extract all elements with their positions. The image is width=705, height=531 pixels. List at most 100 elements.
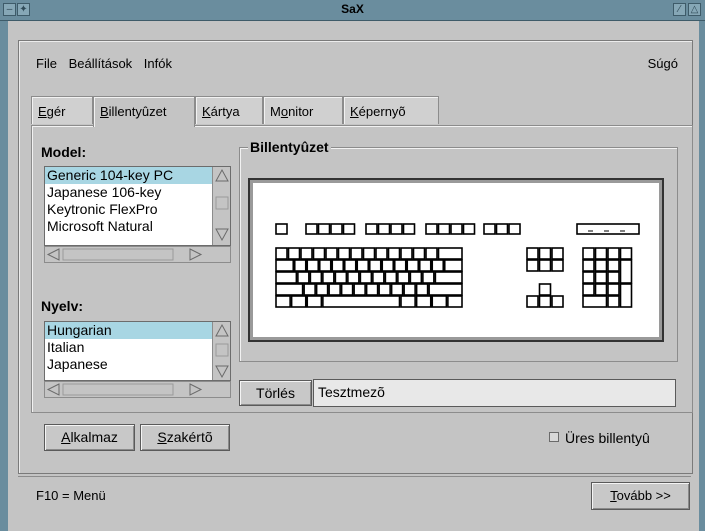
key-icon — [372, 271, 385, 284]
key-icon — [594, 247, 608, 260]
test-field[interactable]: Tesztmezõ — [313, 379, 676, 407]
model-list[interactable]: Generic 104-key PC Japanese 106-key Keyt… — [44, 166, 231, 246]
tab-keyboard[interactable]: Billentyûzet — [93, 96, 195, 127]
key-icon — [415, 295, 432, 308]
key-icon — [331, 259, 345, 272]
key-icon — [582, 259, 595, 272]
key-icon — [384, 271, 398, 284]
menu-bar: File Beállítások Infók — [36, 56, 180, 71]
key-icon — [353, 283, 366, 296]
key-icon — [450, 223, 463, 235]
key-icon — [409, 271, 423, 284]
minimize-icon[interactable]: ⁄ — [673, 3, 686, 16]
empty-key-label: Üres billentyû — [565, 430, 650, 446]
key-icon — [322, 295, 401, 308]
key-icon — [390, 283, 404, 296]
model-horizontal-scrollbar[interactable] — [44, 246, 231, 263]
scroll-arrows-icon — [215, 168, 229, 242]
key-icon — [425, 223, 438, 235]
list-item[interactable]: Japanese 106-key — [45, 184, 230, 201]
key-icon — [431, 259, 445, 272]
key-icon — [400, 247, 413, 260]
key-icon — [275, 247, 288, 260]
maximize-icon[interactable]: △ — [688, 3, 701, 16]
key-icon — [340, 283, 354, 296]
key-icon — [359, 271, 373, 284]
key-icon — [594, 259, 608, 272]
key-icon — [325, 247, 338, 260]
key-icon — [300, 247, 313, 260]
scroll-arrows-icon — [46, 248, 203, 261]
next-button[interactable]: Tovább >> — [591, 482, 690, 510]
key-icon — [607, 247, 620, 260]
key-icon — [306, 259, 320, 272]
menu-file[interactable]: File — [36, 56, 57, 71]
key-icon — [365, 223, 378, 235]
key-icon — [483, 223, 496, 235]
list-item[interactable]: Keytronic FlexPro — [45, 201, 230, 218]
key-icon — [508, 223, 521, 235]
key-icon — [309, 271, 323, 284]
key-icon — [607, 259, 620, 272]
list-item[interactable]: Generic 104-key PC — [45, 167, 230, 184]
key-icon — [334, 271, 348, 284]
list-item[interactable]: Japanese — [45, 356, 230, 373]
key-icon — [607, 271, 620, 284]
key-icon — [619, 247, 633, 260]
key-icon — [290, 295, 307, 308]
key-icon — [582, 271, 595, 284]
key-icon — [337, 247, 351, 260]
key-icon — [526, 247, 539, 260]
key-icon — [447, 295, 463, 308]
window-title: SaX — [341, 2, 364, 16]
key-icon — [526, 259, 539, 272]
key-icon — [275, 295, 291, 308]
key-icon — [462, 223, 476, 235]
key-icon — [315, 283, 329, 296]
key-icon — [381, 259, 395, 272]
key-icon — [390, 223, 403, 235]
key-icon — [425, 247, 438, 260]
apply-button[interactable]: Alkalmaz — [44, 424, 135, 451]
tab-mouse[interactable]: Egér — [31, 96, 93, 124]
key-icon — [538, 247, 552, 260]
key-icon — [275, 223, 288, 235]
key-icon — [418, 259, 432, 272]
key-icon — [437, 223, 451, 235]
key-icon — [431, 295, 448, 308]
status-text: F10 = Menü — [36, 488, 106, 503]
key-icon — [305, 223, 318, 235]
language-list[interactable]: Hungarian Italian Japanese — [44, 321, 231, 381]
key-icon — [287, 247, 301, 260]
language-vertical-scrollbar[interactable] — [212, 322, 230, 380]
language-horizontal-scrollbar[interactable] — [44, 381, 231, 398]
title-bar[interactable]: – ✦ SaX ⁄ △ — [0, 0, 705, 21]
key-icon — [428, 283, 463, 296]
list-item[interactable]: Hungarian — [45, 322, 230, 339]
key-icon — [538, 283, 552, 296]
key-icon — [412, 247, 426, 260]
empty-key-checkbox[interactable] — [549, 432, 559, 442]
menu-info[interactable]: Infók — [144, 56, 172, 71]
key-icon — [402, 223, 416, 235]
expert-button[interactable]: Szakértõ — [140, 424, 230, 451]
key-icon — [582, 295, 608, 308]
key-icon — [393, 259, 407, 272]
tab-monitor[interactable]: Monitor — [263, 96, 343, 124]
key-icon — [375, 247, 388, 260]
tab-card[interactable]: Kártya — [195, 96, 263, 124]
key-icon — [343, 259, 357, 272]
menu-help[interactable]: Súgó — [648, 56, 678, 71]
key-icon — [607, 283, 620, 296]
clear-button[interactable]: Törlés — [239, 380, 312, 406]
list-item[interactable]: Microsoft Natural — [45, 218, 230, 235]
key-icon — [368, 259, 382, 272]
menu-settings[interactable]: Beállítások — [69, 56, 133, 71]
key-icon — [619, 259, 633, 284]
key-icon — [400, 295, 416, 308]
list-item[interactable]: Italian — [45, 339, 230, 356]
tab-screen[interactable]: Képernyõ — [343, 96, 439, 124]
model-vertical-scrollbar[interactable] — [212, 167, 230, 245]
key-icon — [576, 223, 640, 235]
key-icon — [322, 271, 335, 284]
